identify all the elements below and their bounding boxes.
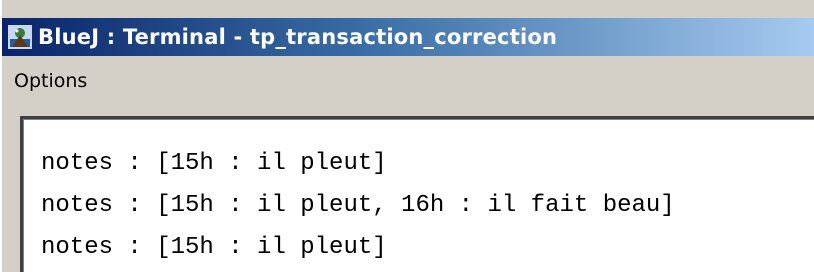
terminal-line: notes : [15h : il pleut]: [41, 150, 387, 177]
title-bar[interactable]: BlueJ : Terminal - tp_transaction_correc…: [2, 18, 814, 56]
terminal-output[interactable]: notes : [15h : il pleut] notes : [15h : …: [20, 116, 814, 272]
terminal-line: notes : [15h : il pleut, 16h : il fait b…: [41, 192, 675, 219]
terminal-lines: notes : [15h : il pleut] notes : [15h : …: [41, 143, 675, 269]
terminal-line: notes : [15h : il pleut]: [41, 234, 387, 261]
menu-bar: Options: [2, 56, 814, 106]
bluej-app-icon[interactable]: [8, 25, 32, 49]
window-title: BlueJ : Terminal - tp_transaction_correc…: [38, 25, 558, 49]
menu-options[interactable]: Options: [6, 66, 95, 96]
terminal-window: BlueJ : Terminal - tp_transaction_correc…: [0, 0, 814, 272]
